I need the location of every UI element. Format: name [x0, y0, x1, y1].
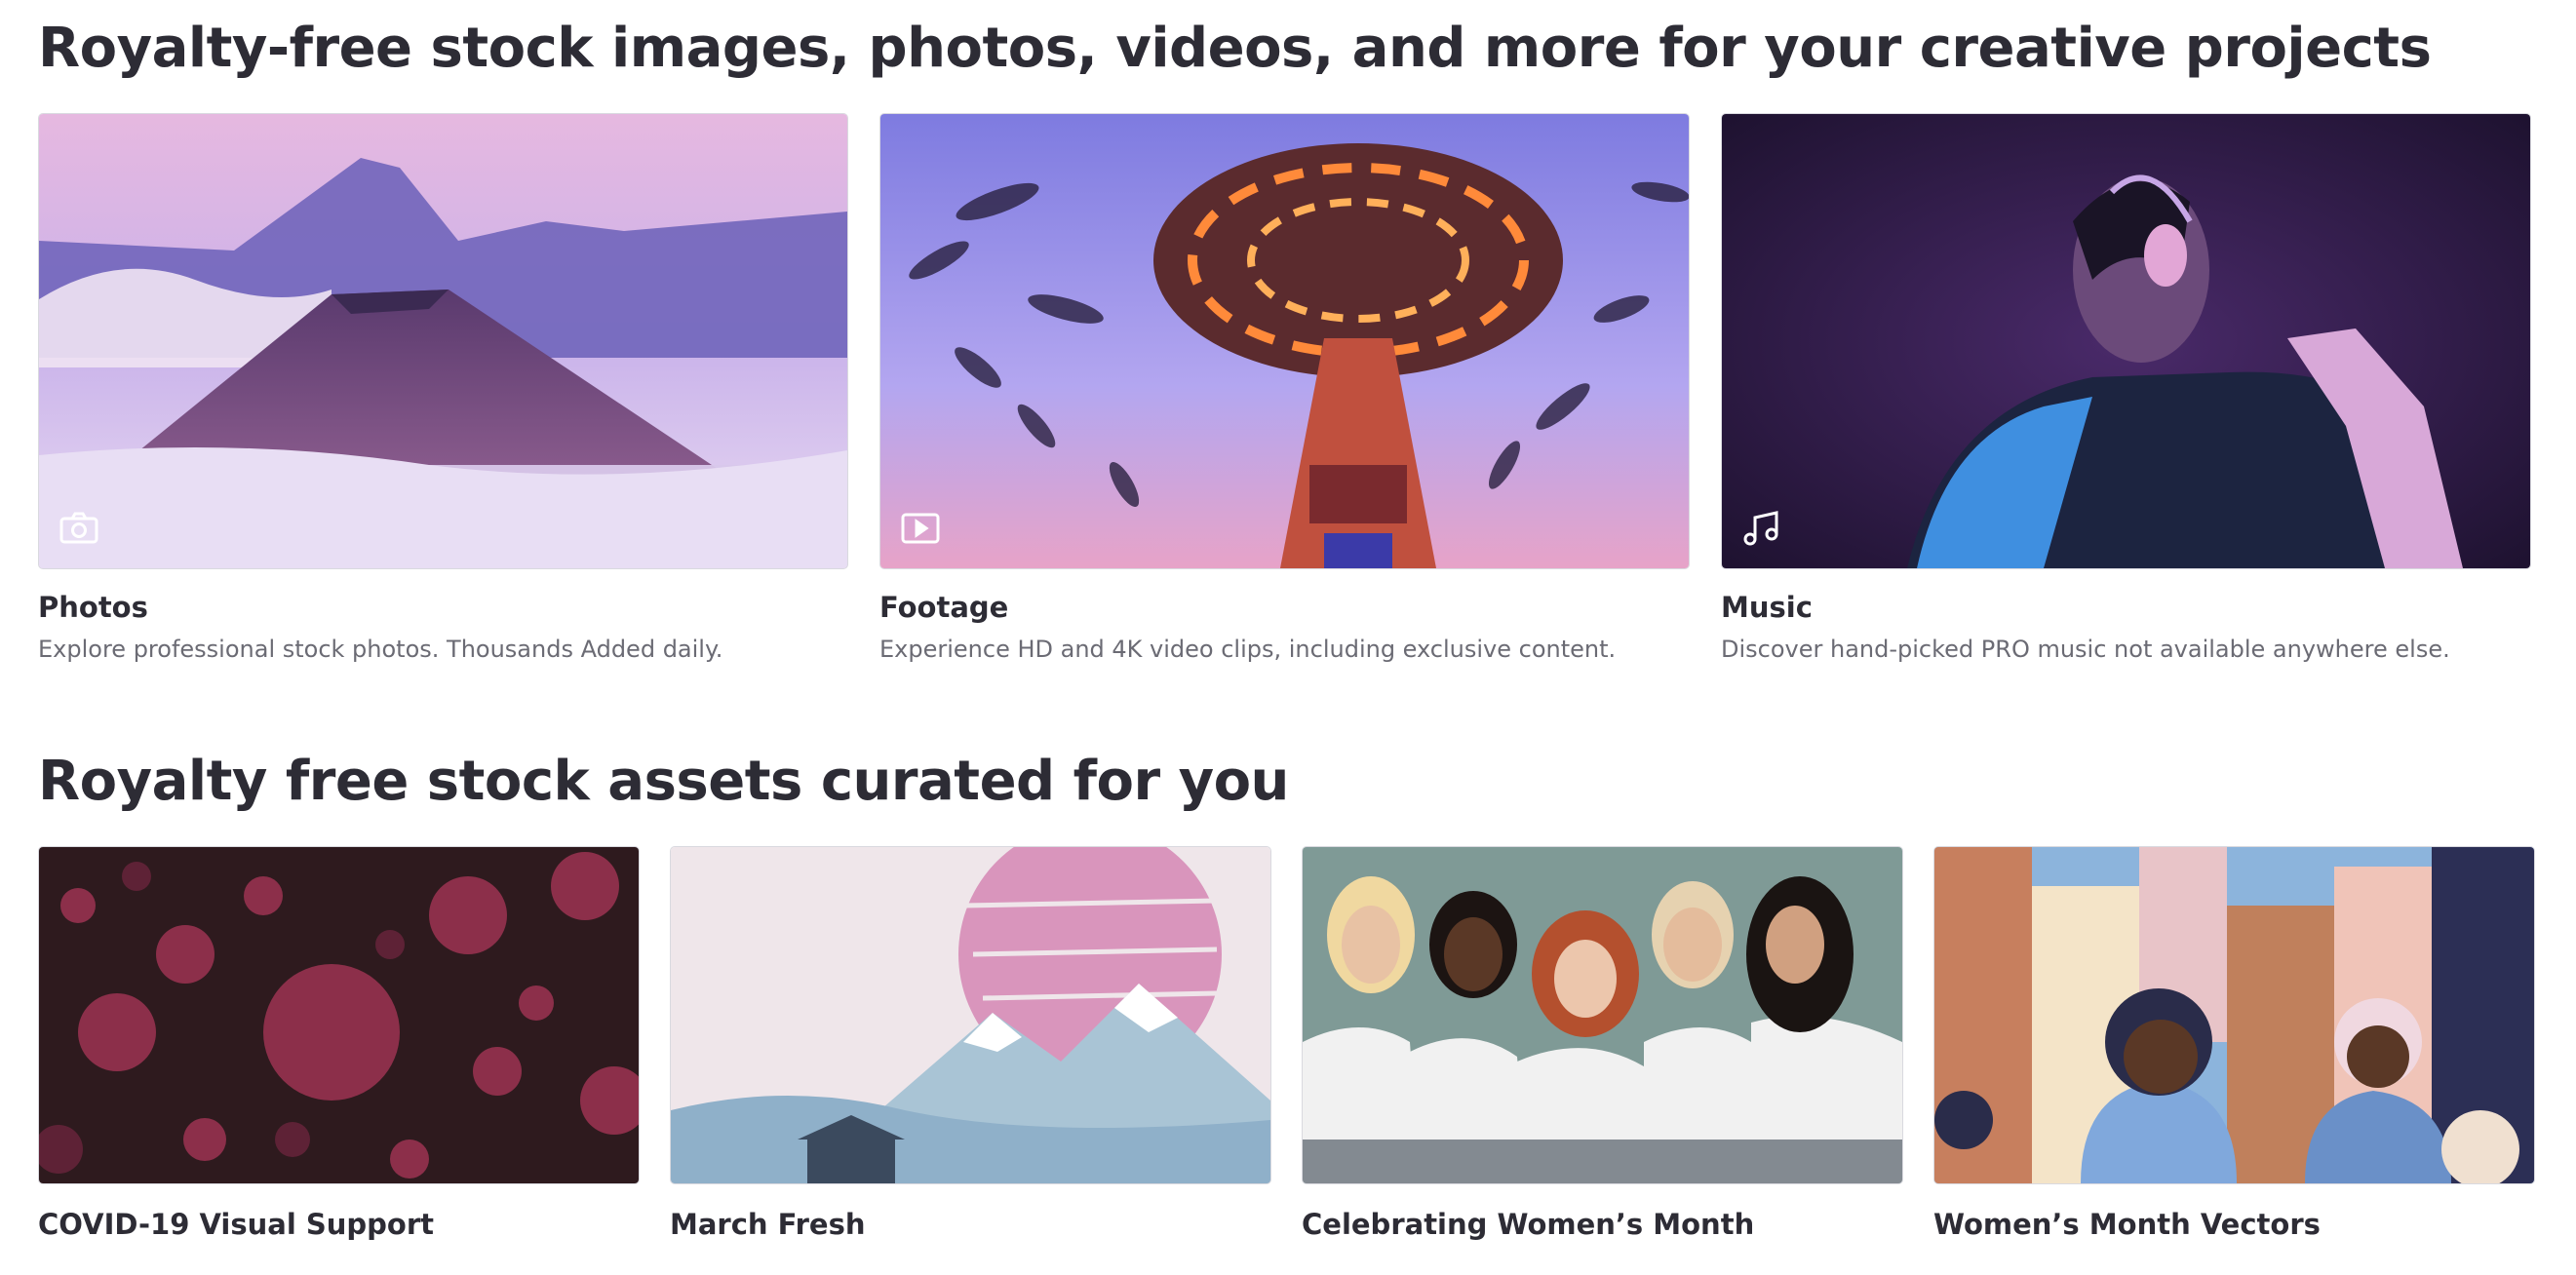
card-title-womens-month[interactable]: Celebrating Women’s Month	[1302, 1208, 1903, 1241]
swing-ride-image	[880, 114, 1689, 568]
play-icon	[898, 506, 943, 551]
category-card-photos[interactable]: Photos Explore professional stock photos…	[38, 113, 848, 663]
women-vector-illustration	[1934, 847, 2534, 1183]
section-title-creative-projects: Royalty-free stock images, photos, video…	[38, 17, 2432, 80]
virus-pattern-image	[39, 847, 639, 1183]
card-title-womens-month-vectors[interactable]: Women’s Month Vectors	[1933, 1208, 2535, 1241]
category-card-footage[interactable]: Footage Experience HD and 4K video clips…	[879, 113, 1690, 663]
march-fresh-thumbnail[interactable]	[670, 846, 1271, 1184]
card-title-march-fresh[interactable]: March Fresh	[670, 1208, 1271, 1241]
camera-icon	[57, 506, 101, 551]
photos-thumbnail[interactable]	[38, 113, 848, 569]
dj-headphones-image	[1722, 114, 2530, 568]
curated-card-covid[interactable]: COVID-19 Visual Support	[38, 846, 640, 1241]
covid-thumbnail[interactable]	[38, 846, 640, 1184]
card-description-photos: Explore professional stock photos. Thous…	[38, 636, 723, 663]
mountain-sun-illustration	[671, 847, 1270, 1183]
group-of-women-photo	[1303, 847, 1902, 1183]
section-title-curated: Royalty free stock assets curated for yo…	[38, 750, 1289, 813]
card-title-photos[interactable]: Photos	[38, 591, 848, 624]
womens-month-thumbnail[interactable]	[1302, 846, 1903, 1184]
footage-thumbnail[interactable]	[879, 113, 1690, 569]
curated-card-womens-month-vectors[interactable]: Women’s Month Vectors	[1933, 846, 2535, 1241]
curated-card-march-fresh[interactable]: March Fresh	[670, 846, 1271, 1241]
card-title-footage[interactable]: Footage	[879, 591, 1690, 624]
card-description-footage: Experience HD and 4K video clips, includ…	[879, 636, 1617, 663]
card-description-music: Discover hand-picked PRO music not avail…	[1721, 636, 2450, 663]
curated-card-womens-month[interactable]: Celebrating Women’s Month	[1302, 846, 1903, 1241]
music-thumbnail[interactable]	[1721, 113, 2531, 569]
category-card-music[interactable]: Music Discover hand-picked PRO music not…	[1721, 113, 2531, 663]
volcano-landscape-image	[39, 114, 847, 568]
womens-month-vectors-thumbnail[interactable]	[1933, 846, 2535, 1184]
card-title-covid[interactable]: COVID-19 Visual Support	[38, 1208, 640, 1241]
card-title-music[interactable]: Music	[1721, 591, 2531, 624]
music-note-icon	[1739, 506, 1784, 551]
